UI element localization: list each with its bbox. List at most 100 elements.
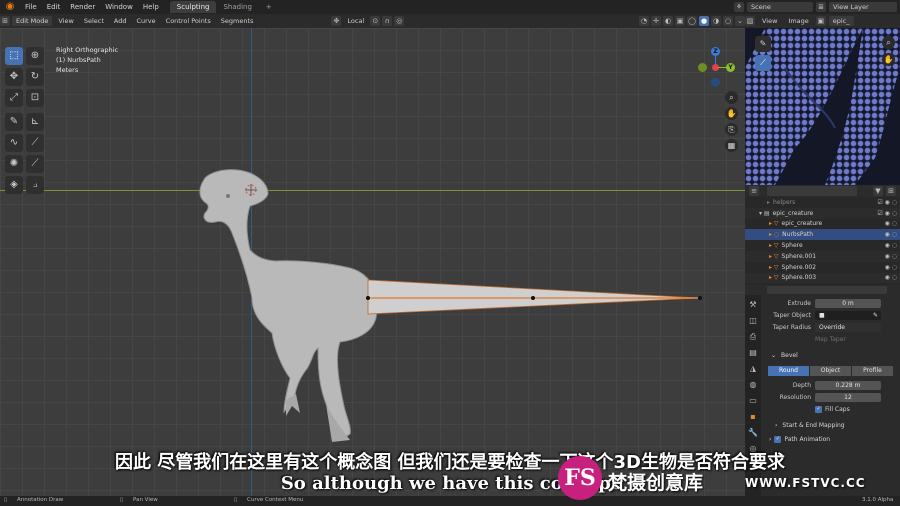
transform-orientation-icon[interactable]: ✥ (331, 16, 342, 26)
path-animation-header[interactable]: › ✓ Path Animation (761, 434, 900, 444)
zoom-icon[interactable]: ⌕ (725, 91, 738, 104)
outliner-type-icon[interactable]: ≡ (749, 186, 759, 196)
annotate-tool-icon[interactable]: ⟋ (755, 55, 771, 71)
menu-render[interactable]: Render (65, 3, 100, 11)
mode-selector[interactable]: Edit Mode (12, 16, 53, 26)
row-visibility-icons[interactable]: ☑ ◉ ◌ (877, 199, 897, 206)
nurbs-path-curve[interactable] (366, 279, 702, 315)
outliner-row[interactable]: ▸ ▽ Sphere.003 ◉ ◌ (745, 272, 900, 284)
row-visibility-icons[interactable]: ◉ ◌ (885, 264, 897, 271)
solid-shading-icon[interactable]: ● (699, 16, 709, 26)
properties-search-field[interactable] (767, 286, 887, 294)
tab-sculpting[interactable]: Sculpting (169, 1, 217, 13)
taper-radius-dropdown[interactable]: Override (815, 322, 881, 332)
render-tab-icon[interactable]: ◫ (747, 315, 759, 327)
navigation-gizmo[interactable]: Z Y (696, 45, 738, 87)
image-name-field[interactable]: epic_ (828, 16, 854, 26)
image-browse-icon[interactable]: ▣ (815, 16, 826, 26)
bevel-mode-profile[interactable]: Profile (852, 366, 893, 376)
control-point[interactable] (531, 296, 535, 300)
depth-field[interactable]: 0.228 m (815, 380, 881, 390)
shading-options-icon[interactable]: ⌄ (735, 16, 745, 26)
view-layer-tab-icon[interactable]: ▤ (747, 347, 759, 359)
outliner-row[interactable]: ▸ helpers ☑ ◉ ◌ (745, 197, 900, 208)
path-animation-checkbox[interactable]: ✓ (774, 435, 782, 443)
image-zoom-icon[interactable]: ⌕ (882, 36, 895, 49)
visibility-icon[interactable]: ◔ (639, 16, 649, 26)
gizmo-neg-z-axis[interactable] (711, 78, 720, 87)
pan-hand-icon[interactable]: ✋ (725, 107, 738, 120)
scene-selector[interactable]: Scene (747, 2, 813, 12)
bevel-mode-round[interactable]: Round (768, 366, 809, 376)
outliner-row-selected[interactable]: ▸ ◌ NurbsPath ◉ ◌ (745, 229, 900, 241)
row-visibility-icons[interactable]: ◉ ◌ (885, 253, 897, 260)
view-layer-icon[interactable]: ≣ (816, 2, 826, 12)
menu-file[interactable]: File (20, 3, 42, 11)
3d-viewport[interactable]: Right Orthographic (1) NurbsPath Meters … (0, 28, 745, 496)
row-visibility-icons[interactable]: ☑ ◉ ◌ (877, 210, 897, 217)
xray-icon[interactable]: ▣ (675, 16, 685, 26)
bevel-mode-object[interactable]: Object (810, 366, 851, 376)
overlays-icon[interactable]: ◐ (663, 16, 673, 26)
menu-curve[interactable]: Curve (132, 16, 159, 26)
sample-tool-icon[interactable]: ✎ (755, 36, 771, 52)
menu-window[interactable]: Window (100, 3, 138, 11)
menu-edit[interactable]: Edit (42, 3, 66, 11)
control-point[interactable] (366, 296, 370, 300)
creature-mesh[interactable] (199, 169, 378, 442)
proportional-edit-icon[interactable]: ◎ (394, 16, 405, 26)
menu-select[interactable]: Select (80, 16, 108, 26)
scene-tab-icon[interactable]: ◮ (747, 363, 759, 375)
outliner-row[interactable]: ▸ ▽ Sphere.002 ◉ ◌ (745, 262, 900, 273)
resolution-field[interactable]: 12 (815, 392, 881, 402)
menu-segments[interactable]: Segments (217, 16, 258, 26)
rendered-shading-icon[interactable]: ○ (723, 16, 733, 26)
image-pan-icon[interactable]: ✋ (882, 53, 895, 66)
outliner-row[interactable]: ▾ ▤ epic_creature ☑ ◉ ◌ (745, 207, 900, 219)
new-collection-icon[interactable]: ⊞ (886, 186, 896, 196)
camera-icon[interactable]: ⎘ (725, 123, 738, 136)
row-visibility-icons[interactable]: ◉ ◌ (885, 242, 897, 249)
extrude-field[interactable]: 0 m (815, 298, 881, 308)
row-visibility-icons[interactable]: ◉ ◌ (885, 274, 897, 281)
scene-icon[interactable]: ⚘ (734, 2, 744, 12)
perspective-grid-icon[interactable]: ▦ (725, 139, 738, 152)
fill-caps-checkbox[interactable]: ✓ (815, 405, 822, 413)
outliner-row[interactable]: ▸ ▽ Sphere.001 ◉ ◌ (745, 250, 900, 262)
taper-object-field[interactable]: ■ ✎ (815, 310, 881, 320)
menu-add[interactable]: Add (110, 16, 131, 26)
wireframe-shading-icon[interactable]: ◯ (687, 16, 697, 26)
image-menu-view[interactable]: View (758, 16, 781, 26)
row-visibility-icons[interactable]: ◉ ◌ (885, 231, 897, 238)
outliner-row[interactable]: ▸ ▽ Sphere ◉ ◌ (745, 240, 900, 251)
gizmo-neg-y-axis[interactable] (698, 63, 707, 72)
image-editor-canvas[interactable]: ✎ ⟋ ⌕ ✋ (745, 28, 900, 185)
modifier-tab-icon[interactable]: 🔧 (747, 427, 759, 439)
editor-type-icon[interactable]: ⊞ (0, 16, 10, 26)
map-taper-checkbox[interactable]: Map Taper (815, 336, 846, 343)
bevel-panel-header[interactable]: ⌄ Bevel (761, 350, 900, 360)
collection-tab-icon[interactable]: ▭ (747, 395, 759, 407)
image-menu-image[interactable]: Image (784, 16, 812, 26)
menu-view[interactable]: View (54, 16, 77, 26)
gizmo-y-axis[interactable]: Y (726, 63, 735, 72)
control-point[interactable] (698, 296, 702, 300)
transform-orientation-selector[interactable]: Local (343, 16, 368, 26)
tool-tab-icon[interactable]: ⚒ (747, 299, 759, 311)
filter-icon[interactable]: ▼ (873, 186, 883, 196)
start-end-mapping-header[interactable]: › Start & End Mapping (761, 420, 900, 430)
gizmo-icon[interactable]: ✛ (651, 16, 661, 26)
tab-shading[interactable]: Shading (216, 1, 258, 13)
pivot-point-icon[interactable]: ⊙ (370, 16, 381, 26)
menu-control-points[interactable]: Control Points (162, 16, 215, 26)
row-visibility-icons[interactable]: ◉ ◌ (885, 220, 897, 227)
outliner-row[interactable]: ▸ ▽ epic_creature ◉ ◌ (745, 219, 900, 230)
output-tab-icon[interactable]: ⎙ (747, 331, 759, 343)
menu-help[interactable]: Help (138, 3, 164, 11)
view-layer-selector[interactable]: View Layer (829, 2, 897, 12)
world-tab-icon[interactable]: ◍ (747, 379, 759, 391)
blender-logo-icon[interactable]: ◉ (4, 1, 16, 13)
eyedropper-icon[interactable]: ✎ (873, 311, 881, 320)
image-editor-type-icon[interactable]: ▨ (745, 16, 755, 26)
material-shading-icon[interactable]: ◑ (711, 16, 721, 26)
